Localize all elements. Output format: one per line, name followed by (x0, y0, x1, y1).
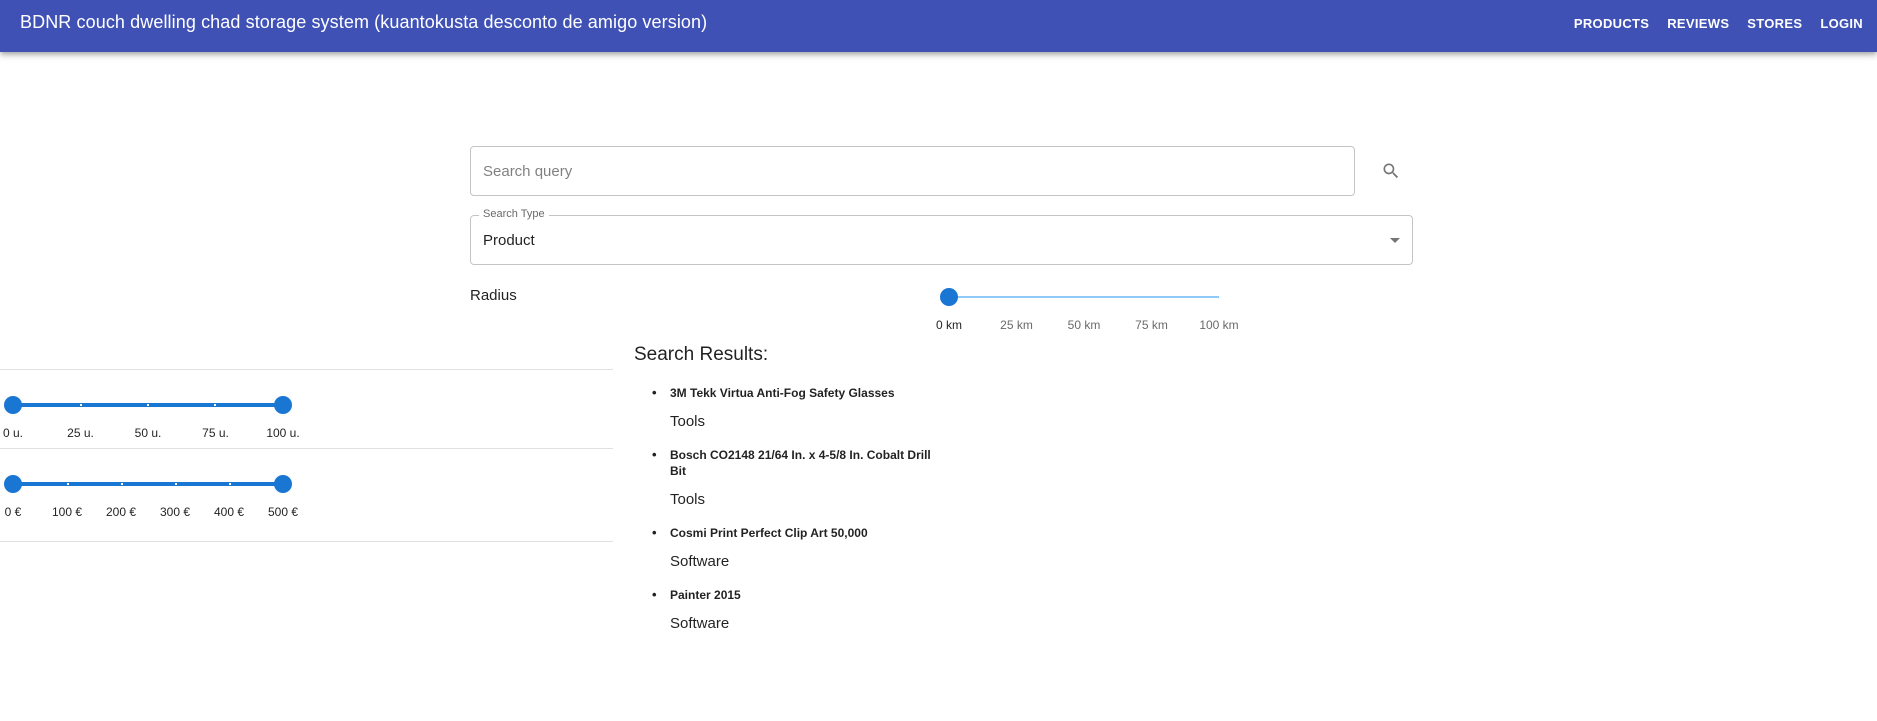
slider-mark: 200 € (105, 505, 137, 519)
slider-thumb-max[interactable] (274, 475, 292, 493)
slider-mark: 25 u. (67, 426, 94, 440)
slider-thumb[interactable] (940, 288, 958, 306)
slider-mark: 100 € (51, 505, 83, 519)
search-type-select[interactable]: Search Type Product (470, 208, 1413, 265)
slider-tick (214, 404, 216, 406)
slider-mark: 400 € (213, 505, 245, 519)
slider-mark: 25 km (1000, 318, 1033, 332)
nav-login[interactable]: LOGIN (1818, 14, 1865, 33)
list-item: Bosch CO2148 21/64 In. x 4-5/8 In. Cobal… (634, 447, 954, 508)
slider-tick (121, 483, 123, 485)
slider-mark: 300 € (159, 505, 191, 519)
slider-mark: 100 km (1199, 318, 1239, 332)
results-heading: Search Results: (634, 344, 769, 365)
slider-mark: 75 km (1135, 318, 1168, 332)
slider-track (13, 482, 283, 486)
result-name[interactable]: Cosmi Print Perfect Clip Art 50,000 (634, 525, 934, 541)
app-bar: BDNR couch dwelling chad storage system … (0, 0, 1877, 52)
app-title: BDNR couch dwelling chad storage system … (20, 12, 708, 32)
top-nav: PRODUCTS REVIEWS STORES LOGIN (1572, 14, 1865, 33)
search-field (470, 146, 1355, 196)
slider-mark: 75 u. (202, 426, 229, 440)
filter-divider (0, 448, 613, 449)
slider-tick (147, 404, 149, 406)
slider-mark: 50 km (1067, 318, 1101, 332)
results-list: 3M Tekk Virtua Anti-Fog Safety Glasses T… (634, 385, 954, 649)
list-item: 3M Tekk Virtua Anti-Fog Safety Glasses T… (634, 385, 954, 430)
result-category: Tools (670, 413, 706, 430)
slider-tick (229, 483, 231, 485)
search-input[interactable] (471, 147, 1354, 195)
slider-thumb-min[interactable] (4, 396, 22, 414)
slider-tick (175, 483, 177, 485)
slider-rail (949, 296, 1219, 298)
slider-mark: 500 € (267, 505, 299, 519)
slider-mark: 0 u. (2, 426, 24, 440)
slider-thumb-min[interactable] (4, 475, 22, 493)
search-type-label: Search Type (479, 208, 549, 220)
slider-tick (80, 404, 82, 406)
search-button[interactable] (1376, 156, 1406, 186)
slider-mark: 0 € (4, 505, 22, 519)
slider-thumb-max[interactable] (274, 396, 292, 414)
nav-reviews[interactable]: REVIEWS (1665, 14, 1731, 33)
slider-mark: 0 km (935, 318, 963, 332)
filter-divider (0, 541, 613, 542)
result-category: Tools (670, 491, 706, 508)
search-type-value: Product (483, 232, 535, 249)
nav-products[interactable]: PRODUCTS (1572, 14, 1651, 33)
result-category: Software (670, 615, 730, 632)
nav-stores[interactable]: STORES (1745, 14, 1804, 33)
radius-label: Radius (470, 287, 517, 304)
result-name[interactable]: Bosch CO2148 21/64 In. x 4-5/8 In. Cobal… (634, 447, 934, 479)
slider-mark: 50 u. (134, 426, 162, 440)
result-category: Software (670, 553, 730, 570)
arrow-drop-down-icon (1390, 238, 1400, 243)
filter-divider (0, 369, 613, 370)
result-name[interactable]: 3M Tekk Virtua Anti-Fog Safety Glasses (634, 385, 934, 401)
list-item: Painter 2015 Software (634, 587, 954, 632)
list-item: Cosmi Print Perfect Clip Art 50,000 Soft… (634, 525, 954, 570)
search-icon (1383, 163, 1399, 179)
slider-tick (67, 483, 69, 485)
result-name[interactable]: Painter 2015 (634, 587, 934, 603)
slider-mark: 100 u. (266, 426, 300, 440)
